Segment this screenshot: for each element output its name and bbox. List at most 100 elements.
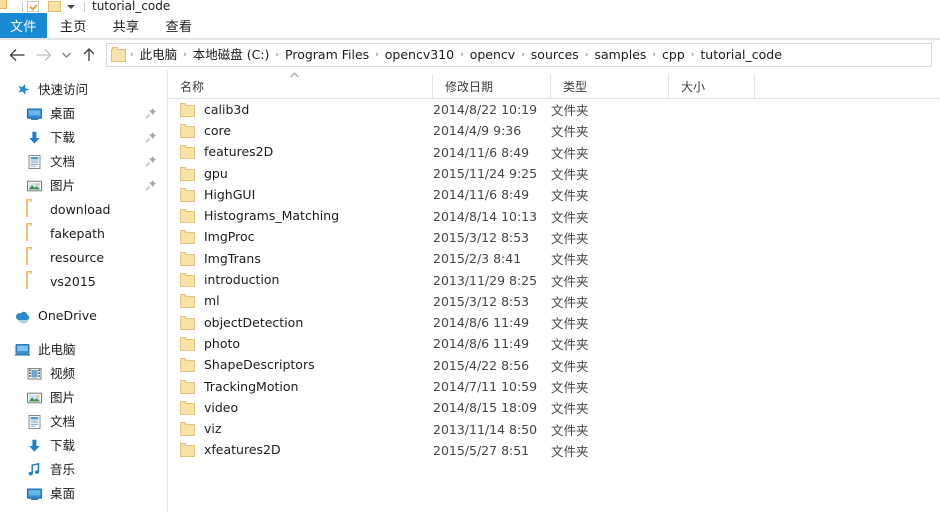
sidebar-item-desktop[interactable]: 桌面 xyxy=(0,102,167,126)
qat-folder-clipped-icon[interactable] xyxy=(0,0,17,13)
sidebar-item-onedrive[interactable]: OneDrive xyxy=(0,304,167,328)
explorer-body: 快速访问 桌面 下载 文档 图片 download fakepath resou… xyxy=(0,70,940,512)
table-row[interactable]: TrackingMotion 2014/7/11 10:59 文件夹 xyxy=(168,376,940,397)
cell-name[interactable]: core xyxy=(168,123,433,139)
title-bar: tutorial_code xyxy=(0,0,940,13)
cell-name[interactable]: ShapeDescriptors xyxy=(168,357,433,373)
sidebar-item-videos[interactable]: 视频 xyxy=(0,362,167,386)
folder-icon[interactable] xyxy=(48,1,61,12)
cell-name[interactable]: xfeatures2D xyxy=(168,442,433,458)
folder-icon xyxy=(180,145,195,160)
table-row[interactable]: objectDetection 2014/8/6 11:49 文件夹 xyxy=(168,312,940,333)
computer-icon xyxy=(14,342,31,358)
file-name-label: video xyxy=(204,399,239,415)
table-row[interactable]: HighGUI 2014/11/6 8:49 文件夹 xyxy=(168,184,940,205)
tab-view[interactable]: 查看 xyxy=(152,13,205,38)
sidebar-item-fakepath[interactable]: fakepath xyxy=(0,222,167,246)
tab-home[interactable]: 主页 xyxy=(47,13,100,38)
sidebar-item-vs2015[interactable]: vs2015 xyxy=(0,270,167,294)
recent-locations-button[interactable] xyxy=(56,42,76,68)
cell-type: 文件夹 xyxy=(551,273,589,289)
pin-icon[interactable] xyxy=(145,107,157,120)
table-row[interactable]: xfeatures2D 2015/5/27 8:51 文件夹 xyxy=(168,440,940,461)
videos-icon xyxy=(26,366,43,382)
table-row[interactable]: calib3d 2014/8/22 10:19 文件夹 xyxy=(168,99,940,120)
sidebar-item-this-pc[interactable]: 此电脑 xyxy=(0,338,167,362)
pin-icon[interactable] xyxy=(145,179,157,192)
table-row[interactable]: ShapeDescriptors 2015/4/22 8:56 文件夹 xyxy=(168,355,940,376)
table-row[interactable]: introduction 2013/11/29 8:25 文件夹 xyxy=(168,269,940,290)
cell-name[interactable]: TrackingMotion xyxy=(168,379,433,395)
cell-name[interactable]: photo xyxy=(168,336,433,352)
back-button[interactable] xyxy=(4,42,30,68)
cell-name[interactable]: ImgProc xyxy=(168,229,433,245)
table-row[interactable]: photo 2014/8/6 11:49 文件夹 xyxy=(168,333,940,354)
sidebar-label: 快速访问 xyxy=(38,82,89,97)
sidebar-item-pictures[interactable]: 图片 xyxy=(0,174,167,198)
cell-name[interactable]: calib3d xyxy=(168,102,433,118)
cell-type: 文件夹 xyxy=(551,422,589,438)
table-row[interactable]: features2D 2014/11/6 8:49 文件夹 xyxy=(168,142,940,163)
qat-separator xyxy=(22,1,23,12)
up-button[interactable] xyxy=(76,42,102,68)
chevron-down-icon[interactable] xyxy=(67,4,75,9)
cell-name[interactable]: HighGUI xyxy=(168,187,433,203)
cell-date-modified: 2015/5/27 8:51 xyxy=(433,442,530,458)
table-row[interactable]: ImgProc 2015/3/12 8:53 文件夹 xyxy=(168,227,940,248)
cell-name[interactable]: gpu xyxy=(168,166,433,182)
cell-name[interactable]: introduction xyxy=(168,272,433,288)
breadcrumb-item-opencv310[interactable]: opencv310 xyxy=(381,44,458,66)
cell-name[interactable]: features2D xyxy=(168,144,433,160)
tab-share[interactable]: 共享 xyxy=(100,13,153,38)
column-header-size[interactable]: 大小 xyxy=(669,74,755,98)
sidebar-item-resource[interactable]: resource xyxy=(0,246,167,270)
cell-date-modified: 2015/11/24 9:25 xyxy=(433,166,538,182)
cell-type: 文件夹 xyxy=(551,145,589,161)
sidebar-item-music[interactable]: 音乐 xyxy=(0,458,167,482)
cell-date-modified: 2014/7/11 10:59 xyxy=(433,379,538,394)
cell-name[interactable]: viz xyxy=(168,421,433,437)
pin-icon[interactable] xyxy=(145,131,157,144)
folder-icon xyxy=(26,273,43,290)
table-row[interactable]: Histograms_Matching 2014/8/14 10:13 文件夹 xyxy=(168,205,940,226)
table-row[interactable]: video 2014/8/15 18:09 文件夹 xyxy=(168,397,940,418)
table-row[interactable]: ImgTrans 2015/2/3 8:41 文件夹 xyxy=(168,248,940,269)
table-row[interactable]: ml 2015/3/12 8:53 文件夹 xyxy=(168,291,940,312)
column-header-date-modified[interactable]: 修改日期 xyxy=(433,74,551,98)
documents-icon xyxy=(26,414,43,430)
folder-icon xyxy=(180,379,195,394)
cell-name[interactable]: ml xyxy=(168,293,433,309)
breadcrumb-item-sources[interactable]: sources xyxy=(527,44,583,66)
check-box-icon[interactable] xyxy=(27,1,39,12)
sidebar-item-documents-pc[interactable]: 文档 xyxy=(0,410,167,434)
breadcrumb-item-opencv[interactable]: opencv xyxy=(466,44,519,66)
sidebar-item-quick-access[interactable]: 快速访问 xyxy=(0,78,167,102)
tab-file[interactable]: 文件 xyxy=(0,13,47,38)
forward-button[interactable] xyxy=(30,42,56,68)
breadcrumb-item-local-disk[interactable]: 本地磁盘 (C:) xyxy=(189,44,274,66)
breadcrumb-item-this-pc[interactable]: 此电脑 xyxy=(136,44,182,66)
sidebar-item-desktop-pc[interactable]: 桌面 xyxy=(0,482,167,506)
sidebar-item-download-folder[interactable]: download xyxy=(0,198,167,222)
column-header-name[interactable]: 名称 xyxy=(168,72,433,98)
table-row[interactable]: core 2014/4/9 9:36 文件夹 xyxy=(168,120,940,141)
sidebar-item-downloads-pc[interactable]: 下载 xyxy=(0,434,167,458)
sidebar-item-pictures-pc[interactable]: 图片 xyxy=(0,386,167,410)
breadcrumb[interactable]: › 此电脑 › 本地磁盘 (C:) › Program Files › open… xyxy=(106,43,932,67)
cell-name[interactable]: Histograms_Matching xyxy=(168,208,433,224)
table-row[interactable]: gpu 2015/11/24 9:25 文件夹 xyxy=(168,163,940,184)
cell-name[interactable]: objectDetection xyxy=(168,315,433,331)
file-name-label: ImgTrans xyxy=(204,250,261,266)
sidebar-item-documents[interactable]: 文档 xyxy=(0,150,167,174)
folder-icon xyxy=(26,249,43,266)
sidebar-item-downloads[interactable]: 下载 xyxy=(0,126,167,150)
breadcrumb-item-samples[interactable]: samples xyxy=(590,44,650,66)
column-header-type[interactable]: 类型 xyxy=(551,74,669,98)
cell-name[interactable]: video xyxy=(168,400,433,416)
breadcrumb-item-program-files[interactable]: Program Files xyxy=(281,44,373,66)
cell-name[interactable]: ImgTrans xyxy=(168,251,433,267)
breadcrumb-item-cpp[interactable]: cpp xyxy=(658,44,689,66)
table-row[interactable]: viz 2013/11/14 8:50 文件夹 xyxy=(168,418,940,439)
pin-icon[interactable] xyxy=(145,155,157,168)
breadcrumb-item-tutorial-code[interactable]: tutorial_code xyxy=(696,44,786,66)
